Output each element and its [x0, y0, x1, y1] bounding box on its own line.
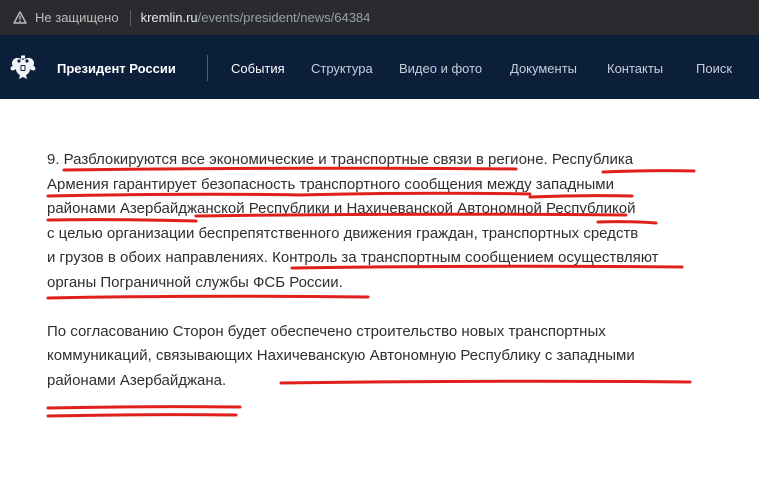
header-divider [207, 55, 208, 81]
warning-triangle-icon[interactable] [13, 11, 27, 25]
text-line: коммуникаций, связывающих Нахичеванскую … [47, 347, 635, 365]
nav-item-documents[interactable]: Документы [510, 61, 577, 76]
security-label[interactable]: Не защищено [35, 10, 119, 25]
nav-item-video-photo[interactable]: Видео и фото [399, 61, 482, 76]
coat-of-arms-icon[interactable] [8, 54, 38, 82]
text-line: По согласованию Сторон будет обеспечено … [47, 322, 606, 340]
browser-address-bar[interactable]: Не защищено kremlin.ru/events/president/… [0, 0, 759, 35]
text-line: 9. Разблокируются все экономические и тр… [47, 151, 634, 168]
site-title[interactable]: Президент России [57, 61, 176, 76]
article-paragraph-9: 9. Разблокируются все экономические и тр… [47, 148, 747, 296]
url-field[interactable]: kremlin.ru/events/president/news/64384 [141, 10, 371, 25]
address-separator [129, 9, 131, 26]
site-header: Президент России События Структура Видео… [0, 35, 759, 99]
article-paragraph-routes: По согласованию Сторон будет обеспечено … [47, 320, 747, 394]
text-line: Армения гарантирует безопасность транспо… [47, 175, 614, 193]
url-path: /events/president/news/64384 [197, 10, 371, 25]
text-line: органы Пограничной службы ФСБ России. [47, 273, 343, 291]
underline-stroke [46, 405, 242, 410]
nav-item-search[interactable]: Поиск [696, 61, 732, 76]
nav-item-contacts[interactable]: Контакты [607, 61, 663, 76]
underline-stroke [46, 413, 238, 418]
text-line: с целью организации беспрепятственного д… [47, 224, 639, 242]
url-host: kremlin.ru [140, 10, 198, 25]
article-body: 9. Разблокируются все экономические и тр… [47, 148, 747, 393]
nav-item-events[interactable]: События [231, 61, 285, 76]
text-line: районами Азербайджанской Республики и На… [47, 200, 636, 218]
text-line: и грузов в обоих направлениях. Контроль … [47, 249, 659, 267]
nav-item-structure[interactable]: Структура [311, 61, 373, 76]
text-line: районами Азербайджана. [47, 371, 227, 389]
